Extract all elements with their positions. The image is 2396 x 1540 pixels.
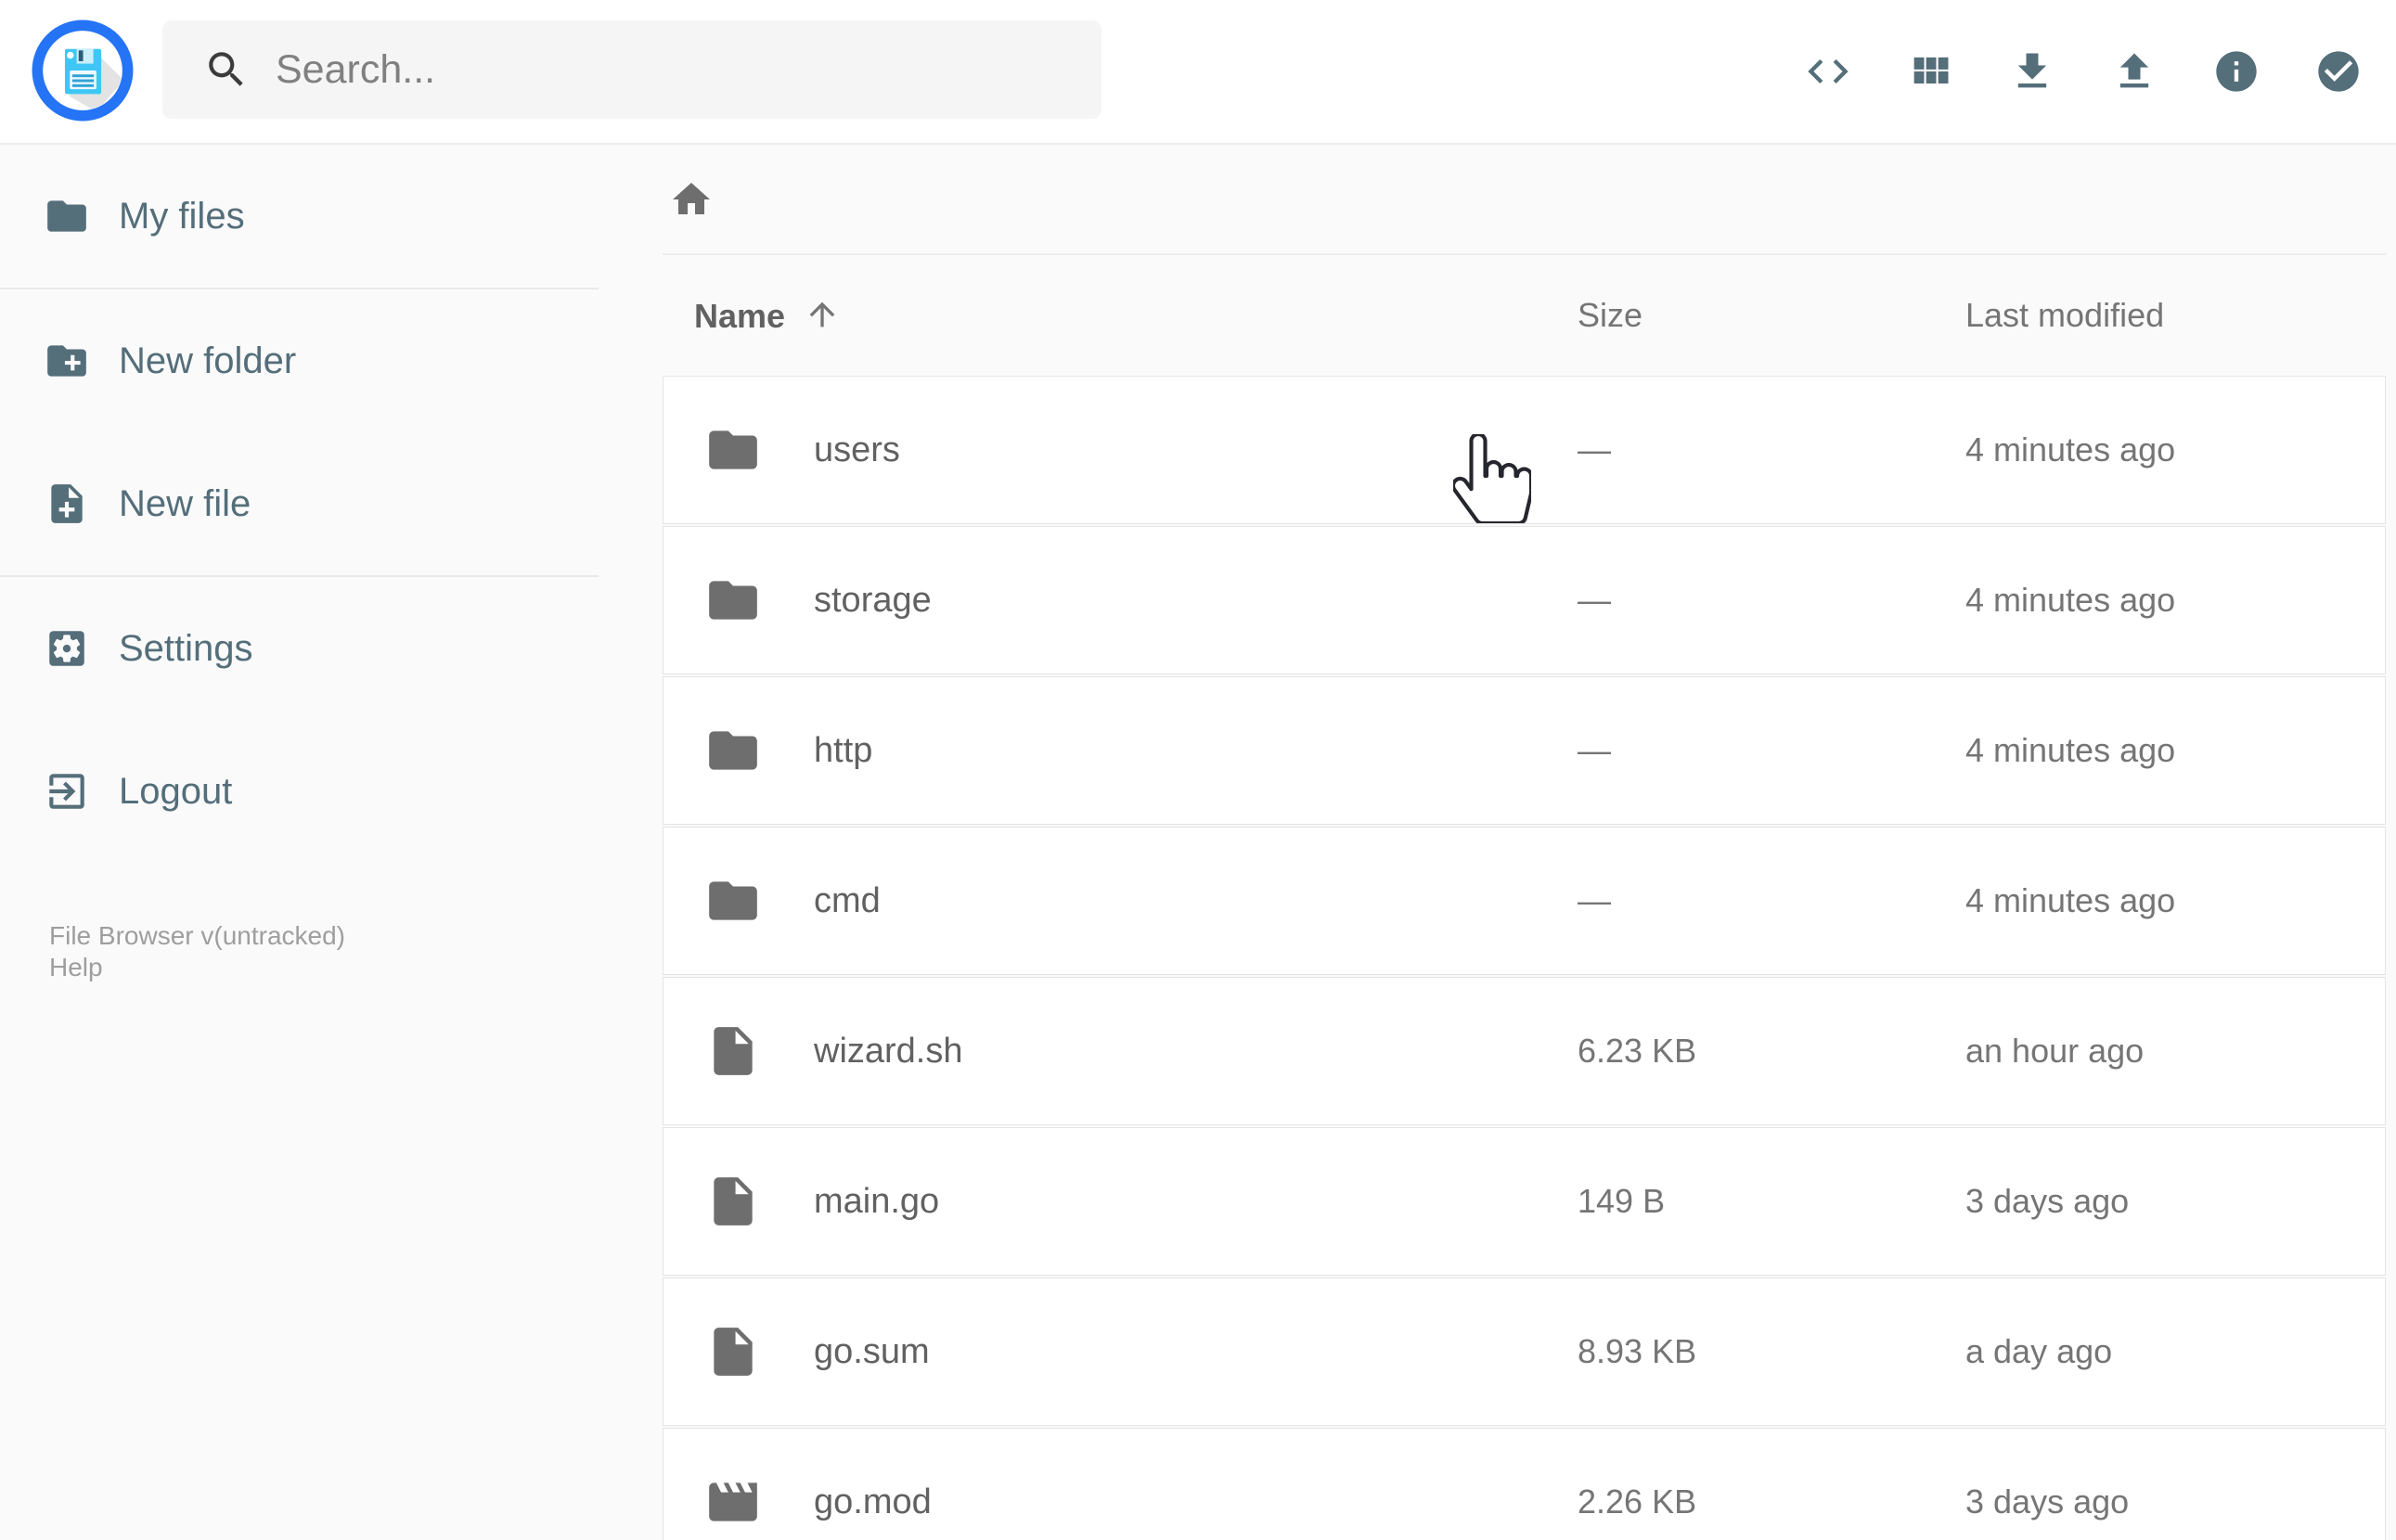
- logo-button[interactable]: [32, 19, 134, 122]
- sidebar-item-new-file[interactable]: New file: [0, 432, 612, 575]
- info-button[interactable]: [2212, 47, 2261, 96]
- file-name: cmd: [814, 880, 881, 920]
- sidebar-item-logout[interactable]: Logout: [0, 720, 612, 863]
- filebrowser-logo-icon: [32, 19, 134, 122]
- file-name: main.go: [814, 1181, 940, 1221]
- listing-rows: users — 4 minutes ago storage — 4 minutes ago…: [663, 376, 2386, 1540]
- download-icon: [2017, 53, 2047, 88]
- sort-by-name[interactable]: Name: [694, 297, 785, 335]
- file-modified: 4 minutes ago: [1965, 430, 2176, 468]
- file-listing: Name Size Last modified users — 4 minutes …: [663, 145, 2386, 1540]
- file-name: go.mod: [814, 1482, 932, 1521]
- grid-view-button[interactable]: [1906, 47, 1954, 96]
- folder-icon: [47, 200, 86, 232]
- sidebar-footer: File Browser v(untracked) Help: [0, 920, 612, 983]
- file-size: 149 B: [1578, 1182, 1666, 1220]
- file-name: http: [814, 730, 873, 770]
- file-name: wizard.sh: [814, 1031, 963, 1071]
- file-name: storage: [814, 580, 932, 620]
- home-button[interactable]: [669, 177, 714, 222]
- note-add-icon: [51, 484, 83, 523]
- file-size: 8.93 KB: [1578, 1332, 1697, 1370]
- file-modified: 4 minutes ago: [1965, 731, 2176, 769]
- upload-icon: [2119, 53, 2149, 88]
- table-row[interactable]: storage — 4 minutes ago: [663, 526, 2386, 674]
- sort-by-modified[interactable]: Last modified: [1965, 296, 2164, 334]
- select-multiple-button[interactable]: [2314, 47, 2363, 96]
- file-icon: [714, 1328, 753, 1376]
- file-name-cell: cmd: [663, 872, 1578, 930]
- table-row[interactable]: main.go 149 B 3 days ago: [663, 1127, 2386, 1276]
- settings-applications-icon: [49, 631, 84, 666]
- sidebar-item-new-folder[interactable]: New folder: [0, 289, 612, 432]
- code-view-button[interactable]: [1804, 47, 1852, 96]
- search-icon: [203, 46, 250, 93]
- file-name-cell: main.go: [663, 1173, 1578, 1230]
- file-icon: [714, 1027, 753, 1075]
- file-modified: an hour ago: [1965, 1032, 2145, 1070]
- file-size: 2.26 KB: [1578, 1482, 1697, 1521]
- file-size: —: [1578, 430, 1611, 468]
- file-name-cell: http: [663, 722, 1578, 779]
- sidebar-item-label: Logout: [119, 770, 233, 812]
- file-modified: 3 days ago: [1965, 1482, 2130, 1521]
- code-icon: [1808, 59, 1849, 83]
- folder-icon: [709, 581, 757, 620]
- sidebar-item-label: New folder: [119, 340, 297, 381]
- version-link[interactable]: File Browser v(untracked): [49, 920, 612, 952]
- top-bar: Search...: [0, 0, 2396, 145]
- table-row[interactable]: users — 4 minutes ago: [663, 376, 2386, 524]
- file-size: 6.23 KB: [1578, 1032, 1697, 1070]
- info-icon: [2216, 51, 2257, 92]
- file-icon: [714, 1177, 753, 1226]
- check-circle-icon: [2318, 51, 2359, 92]
- sidebar-item-label: Settings: [119, 627, 253, 669]
- file-name-cell: storage: [663, 571, 1578, 629]
- search-placeholder: Search...: [276, 46, 436, 92]
- file-name-cell: users: [663, 421, 1578, 479]
- folder-icon: [709, 731, 757, 770]
- file-modified: 3 days ago: [1965, 1182, 2130, 1220]
- movie-icon: [709, 1482, 757, 1521]
- topbar-actions: [1804, 0, 2363, 143]
- file-name-cell: wizard.sh: [663, 1022, 1578, 1080]
- table-row[interactable]: http — 4 minutes ago: [663, 676, 2386, 825]
- breadcrumb: [663, 145, 2386, 255]
- listing-header: Name Size Last modified: [663, 255, 2386, 376]
- table-row[interactable]: cmd — 4 minutes ago: [663, 827, 2386, 975]
- upload-button[interactable]: [2110, 47, 2158, 96]
- file-modified: a day ago: [1965, 1332, 2113, 1370]
- filebrowser-app: Search... My files New folder New file Sett…: [0, 0, 2396, 1540]
- file-size: —: [1578, 581, 1611, 619]
- sidebar-item-label: New file: [119, 482, 251, 524]
- file-size: —: [1578, 731, 1611, 769]
- home-icon: [673, 182, 710, 214]
- exit-to-app-icon: [49, 774, 84, 809]
- sidebar-item-label: My files: [119, 195, 245, 237]
- create-new-folder-icon: [47, 345, 86, 377]
- file-modified: 4 minutes ago: [1965, 581, 2176, 619]
- help-link[interactable]: Help: [49, 952, 612, 983]
- file-name: go.sum: [814, 1331, 930, 1371]
- file-size: —: [1578, 881, 1611, 919]
- folder-icon: [709, 430, 757, 469]
- sort-by-size[interactable]: Size: [1578, 296, 1642, 334]
- search-bar[interactable]: Search...: [162, 20, 1101, 119]
- download-button[interactable]: [2008, 47, 2056, 96]
- table-row[interactable]: go.sum 8.93 KB a day ago: [663, 1277, 2386, 1426]
- view-module-icon: [1913, 57, 1949, 83]
- file-name-cell: go.mod: [663, 1473, 1578, 1531]
- table-row[interactable]: go.mod 2.26 KB 3 days ago: [663, 1428, 2386, 1540]
- sidebar-item-my-files[interactable]: My files: [0, 145, 612, 288]
- sort-ascending-icon: [804, 296, 841, 333]
- file-name: users: [814, 430, 900, 469]
- folder-icon: [709, 881, 757, 920]
- sidebar-item-settings[interactable]: Settings: [0, 577, 612, 720]
- sidebar: My files New folder New file Settings Logout…: [0, 145, 612, 983]
- file-modified: 4 minutes ago: [1965, 881, 2176, 919]
- table-row[interactable]: wizard.sh 6.23 KB an hour ago: [663, 977, 2386, 1125]
- file-name-cell: go.sum: [663, 1323, 1578, 1380]
